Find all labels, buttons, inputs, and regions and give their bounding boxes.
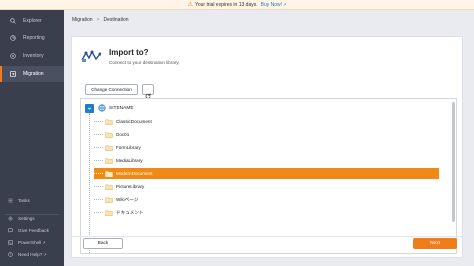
folder-icon xyxy=(105,170,113,177)
buy-now-link[interactable]: Buy Now! xyxy=(261,2,282,8)
sidebar-item-migration[interactable]: Migration xyxy=(0,66,64,82)
sidebar-item-label: Migration xyxy=(23,71,44,77)
folder-icon xyxy=(105,144,113,151)
breadcrumb-destination: Destination xyxy=(103,16,129,23)
sidebar-item-tasks[interactable]: Tasks xyxy=(0,195,64,206)
tree-item-label: ClassicDocument xyxy=(116,119,152,124)
folder-icon xyxy=(105,157,113,164)
refresh-icon xyxy=(145,87,151,99)
collapse-button[interactable] xyxy=(85,103,94,113)
next-button[interactable]: Next xyxy=(413,238,457,249)
page-title: Import to? xyxy=(109,48,149,57)
breadcrumb-migration[interactable]: Migration xyxy=(72,17,93,23)
tasks-icon xyxy=(8,198,13,203)
tree-item[interactable]: ClassicDocument xyxy=(94,116,439,127)
tree-item[interactable]: MediaLibrary xyxy=(94,155,439,166)
folder-icon xyxy=(105,118,113,125)
tree-item-label: ドキュメント xyxy=(116,209,144,215)
tree-connector xyxy=(94,212,103,213)
library-tree[interactable]: SITENAME ClassicDocument Doc01 FormLibra… xyxy=(80,98,457,254)
gear-icon xyxy=(8,216,13,221)
sidebar-item-feedback[interactable]: Give Feedback xyxy=(0,225,64,236)
back-button[interactable]: Back xyxy=(83,238,123,249)
tree-item[interactable]: FormLibrary xyxy=(94,142,439,153)
tree-item-label: Doc01 xyxy=(116,132,130,137)
sidebar-item-explorer[interactable]: Explorer xyxy=(0,13,64,29)
folder-icon xyxy=(105,131,113,138)
warning-icon: ⚠ xyxy=(187,1,193,8)
sidebar-item-powershell[interactable]: PowerShell ↗ xyxy=(0,237,64,248)
chevron-down-icon xyxy=(87,107,92,110)
tree-connector xyxy=(94,186,103,187)
change-connection-button[interactable]: Change Connection xyxy=(85,84,138,95)
import-card: Import to? Connect to your destination l… xyxy=(71,36,463,258)
external-link-icon: ↗ xyxy=(42,240,46,245)
tree-item-label: PictureLibrary xyxy=(116,184,145,189)
folder-icon xyxy=(105,196,113,203)
sidebar-item-label: Reporting xyxy=(23,35,45,41)
sidebar-item-reporting[interactable]: Reporting xyxy=(0,30,64,46)
sidebar: Explorer Reporting Inventory Migration T… xyxy=(0,10,64,266)
external-link-icon: ↗ xyxy=(283,2,287,7)
tree-connector xyxy=(94,173,103,174)
sidebar-item-label: Settings xyxy=(18,216,35,221)
sidebar-item-label: PowerShell xyxy=(18,240,42,245)
sharepoint-sites-icon xyxy=(81,50,102,62)
page-subtitle: Connect to your destination library. xyxy=(109,60,180,65)
trial-banner: ⚠ Your trial expires in 13 days. Buy Now… xyxy=(0,0,474,10)
sidebar-item-settings[interactable]: Settings xyxy=(0,213,64,224)
tree-connector xyxy=(94,121,103,122)
tree-connector xyxy=(94,160,103,161)
tree-item[interactable]: PictureLibrary xyxy=(94,181,439,192)
tree-item[interactable]: Wikiページ xyxy=(94,194,439,205)
folder-icon xyxy=(105,209,113,216)
tree-item-selected[interactable]: ModernDocument xyxy=(94,168,439,179)
site-icon xyxy=(98,104,106,112)
breadcrumb: Migration > Destination xyxy=(72,15,129,24)
help-icon: ? xyxy=(8,252,13,257)
refresh-button[interactable] xyxy=(142,84,154,99)
sidebar-item-label: Give Feedback xyxy=(18,228,49,233)
breadcrumb-separator: > xyxy=(96,16,100,23)
inventory-icon xyxy=(10,53,16,59)
tree-scrollbar[interactable] xyxy=(452,102,455,222)
tree-guide-line xyxy=(89,113,90,253)
tree-item[interactable]: ドキュメント xyxy=(94,207,439,218)
sidebar-item-label: Explorer xyxy=(23,18,42,24)
tree-connector xyxy=(94,147,103,148)
sidebar-item-label: Inventory xyxy=(23,53,44,59)
tree-root[interactable]: SITENAME xyxy=(85,103,134,113)
tree-item-label: FormLibrary xyxy=(116,145,141,150)
tree-item-label: MediaLibrary xyxy=(116,158,143,163)
sidebar-item-help[interactable]: ? Need Help? ↗ xyxy=(0,249,64,260)
reporting-icon xyxy=(10,35,16,41)
search-icon xyxy=(10,18,16,24)
powershell-icon xyxy=(8,240,13,245)
feedback-icon xyxy=(8,228,13,233)
sidebar-item-label: Need Help? xyxy=(18,252,43,257)
footer-divider xyxy=(72,236,462,237)
folder-icon xyxy=(105,183,113,190)
trial-message: Your trial expires in 13 days. xyxy=(194,1,258,8)
tree-connector xyxy=(94,134,103,135)
tree-connector xyxy=(94,199,103,200)
sidebar-item-inventory[interactable]: Inventory xyxy=(0,48,64,64)
tree-root-label: SITENAME xyxy=(109,105,134,111)
tree-item[interactable]: Doc01 xyxy=(94,129,439,140)
sidebar-item-label: Tasks xyxy=(18,198,30,203)
external-link-icon: ↗ xyxy=(43,252,47,257)
migration-icon xyxy=(10,71,16,77)
tree-item-label: Wikiページ xyxy=(116,196,139,202)
tree-item-label: ModernDocument xyxy=(116,171,153,176)
